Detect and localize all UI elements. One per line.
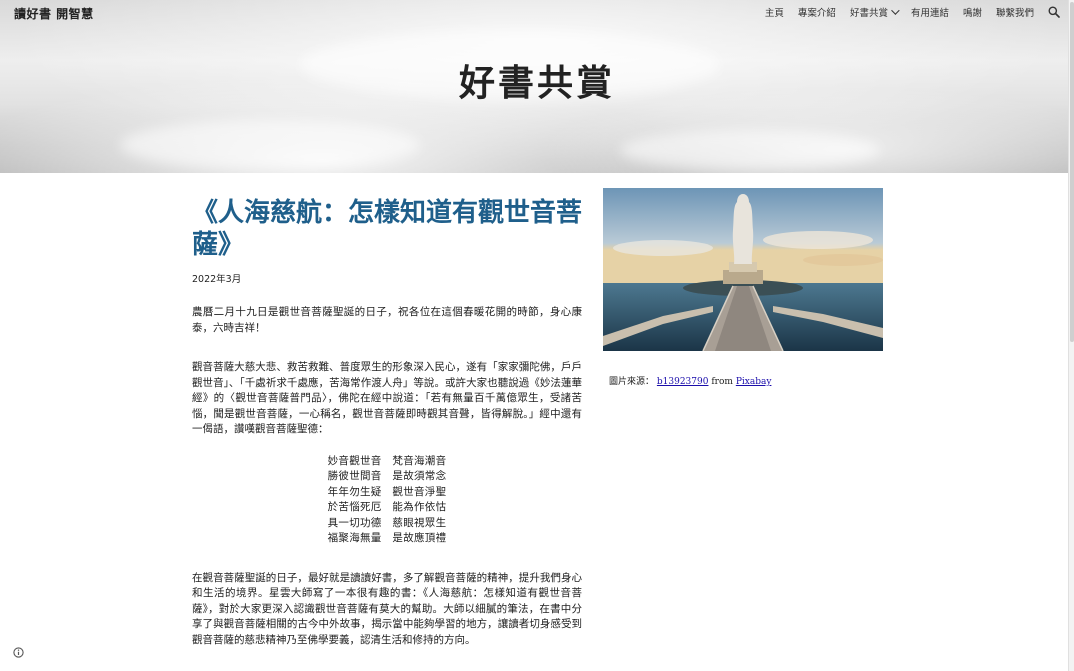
article-paragraph-2: 觀音菩薩大慈大悲、救苦救難、普度眾生的形象深入民心，遂有「家家彌陀佛，戶戶觀世音…: [192, 361, 582, 435]
article-paragraph-1: 農曆二月十九日是觀世音菩薩聖誕的日子，祝各位在這個春暖花開的時節，身心康泰，六時…: [192, 306, 582, 334]
caption-prefix: 圖片來源：: [609, 377, 655, 387]
article: 《人海慈航：怎樣知道有觀世音菩薩》 2022年3月 農曆二月十九日是觀世音菩薩聖…: [192, 197, 582, 648]
image-caption: 圖片來源： b13923790 from Pixabay: [609, 374, 771, 387]
article-date: 2022年3月: [192, 274, 242, 285]
header-banner: 讀好書 開智慧 主頁 專案介紹 好書共賞 有用連結 鳴謝 聯繫我們 好書共賞: [0, 0, 1074, 173]
scrollbar-thumb[interactable]: [1070, 2, 1074, 342]
nav-item-home[interactable]: 主頁: [765, 5, 784, 19]
verse-line: 勝彼世間音 是故須常念: [327, 470, 447, 482]
info-icon[interactable]: [13, 643, 24, 658]
top-nav: 主頁 專案介紹 好書共賞 有用連結 鳴謝 聯繫我們: [751, 5, 1060, 19]
verse: 妙音觀世音 梵音海潮音 勝彼世間音 是故須常念 年年勿生疑 觀世音淨聖 於苦惱死…: [192, 454, 582, 547]
caption-from: from: [711, 377, 733, 387]
pixabay-link[interactable]: Pixabay: [736, 377, 772, 387]
article-paragraph-3: 在觀音菩薩聖誕的日子，最好就是讀讀好書，多了解觀音菩薩的精神，提升我們身心和生活…: [192, 571, 582, 646]
author-link[interactable]: b13923790: [657, 377, 709, 387]
site-title[interactable]: 讀好書 開智慧: [14, 5, 94, 22]
verse-line: 年年勿生疑 觀世音淨聖: [327, 485, 447, 498]
nav-item-projects[interactable]: 專案介紹: [798, 5, 836, 19]
page-title: 好書共賞: [458, 63, 615, 104]
guanyin-statue-image: [603, 188, 883, 351]
article-title: 《人海慈航：怎樣知道有觀世音菩薩》: [192, 198, 583, 260]
verse-line: 具一切功德 慈眼視眾生: [327, 516, 447, 529]
scrollbar[interactable]: [1068, 0, 1074, 671]
verse-line: 於苦惱死厄 能為作依怙: [327, 501, 447, 513]
verse-line: 福聚海無量 是故應頂禮: [327, 532, 447, 544]
nav-item-books-label: 好書共賞: [849, 8, 888, 19]
nav-item-contact[interactable]: 聯繫我們: [996, 5, 1034, 19]
chevron-down-icon[interactable]: [891, 6, 900, 15]
nav-item-thanks[interactable]: 鳴謝: [963, 5, 982, 19]
search-icon[interactable]: [1048, 6, 1060, 18]
nav-item-books[interactable]: 好書共賞: [849, 5, 900, 19]
verse-line: 妙音觀世音 梵音海潮音: [327, 454, 447, 467]
nav-item-links[interactable]: 有用連結: [911, 5, 949, 19]
